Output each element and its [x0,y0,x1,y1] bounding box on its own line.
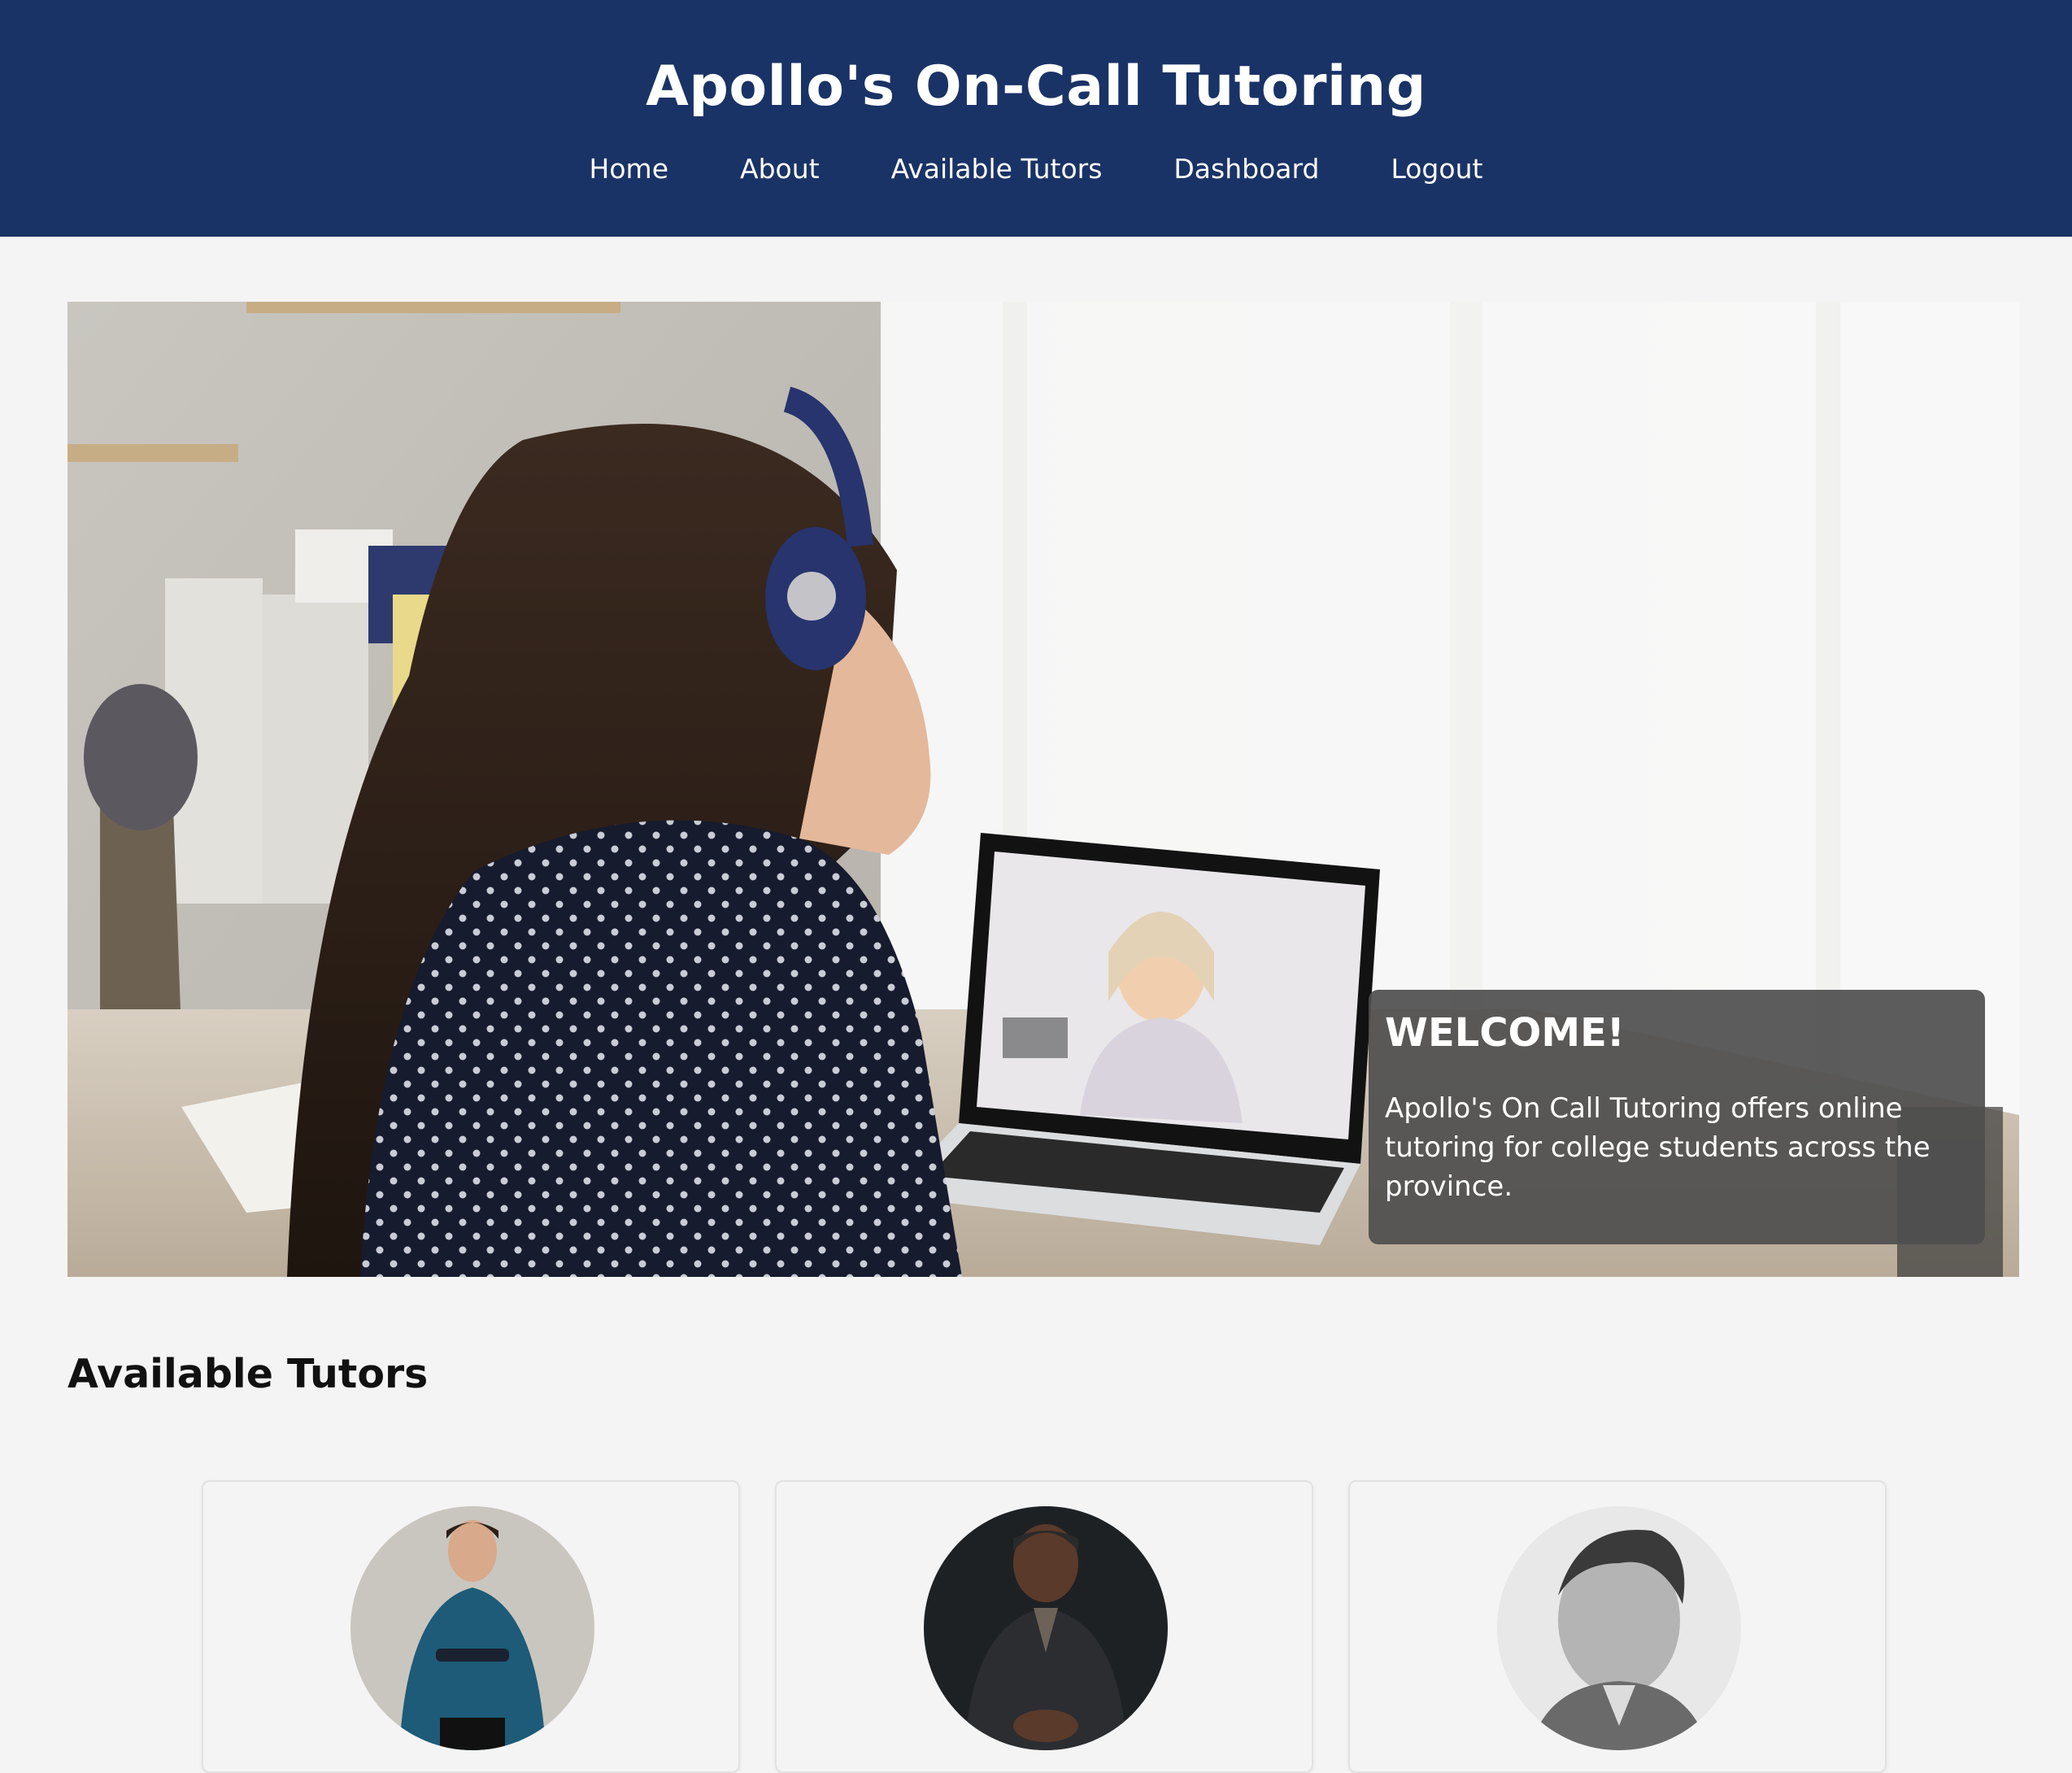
tutor-photo-man-bw-portrait [1497,1506,1741,1750]
nav-logout[interactable]: Logout [1391,146,1482,192]
tutor-avatar [350,1506,594,1750]
tutor-card[interactable] [775,1480,1313,1773]
nav-about[interactable]: About [740,146,820,192]
tutor-photo-man-dark-jacket [924,1506,1168,1750]
nav-available-tutors[interactable]: Available Tutors [891,146,1103,192]
main-nav: Home About Available Tutors Dashboard Lo… [0,146,2072,192]
site-header: Apollo's On-Call Tutoring Home About Ava… [0,0,2072,237]
hero-banner: WELCOME! Apollo's On Call Tutoring offer… [67,302,2019,1277]
tutor-avatar [924,1506,1168,1750]
nav-dashboard[interactable]: Dashboard [1173,146,1319,192]
nav-home[interactable]: Home [590,146,668,192]
tutor-card-list [202,1480,1887,1773]
welcome-title: WELCOME! [1385,1010,1625,1056]
available-tutors-heading: Available Tutors [67,1351,429,1397]
tutor-card[interactable] [1348,1480,1887,1773]
tutor-photo-woman-teal-shirt [350,1506,594,1750]
tutor-card[interactable] [202,1480,740,1773]
site-title: Apollo's On-Call Tutoring [646,54,1426,119]
welcome-text: Apollo's On Call Tutoring offers online … [1385,1092,1931,1203]
tutor-avatar [1497,1506,1741,1750]
welcome-card: WELCOME! Apollo's On Call Tutoring offer… [1369,990,1985,1244]
